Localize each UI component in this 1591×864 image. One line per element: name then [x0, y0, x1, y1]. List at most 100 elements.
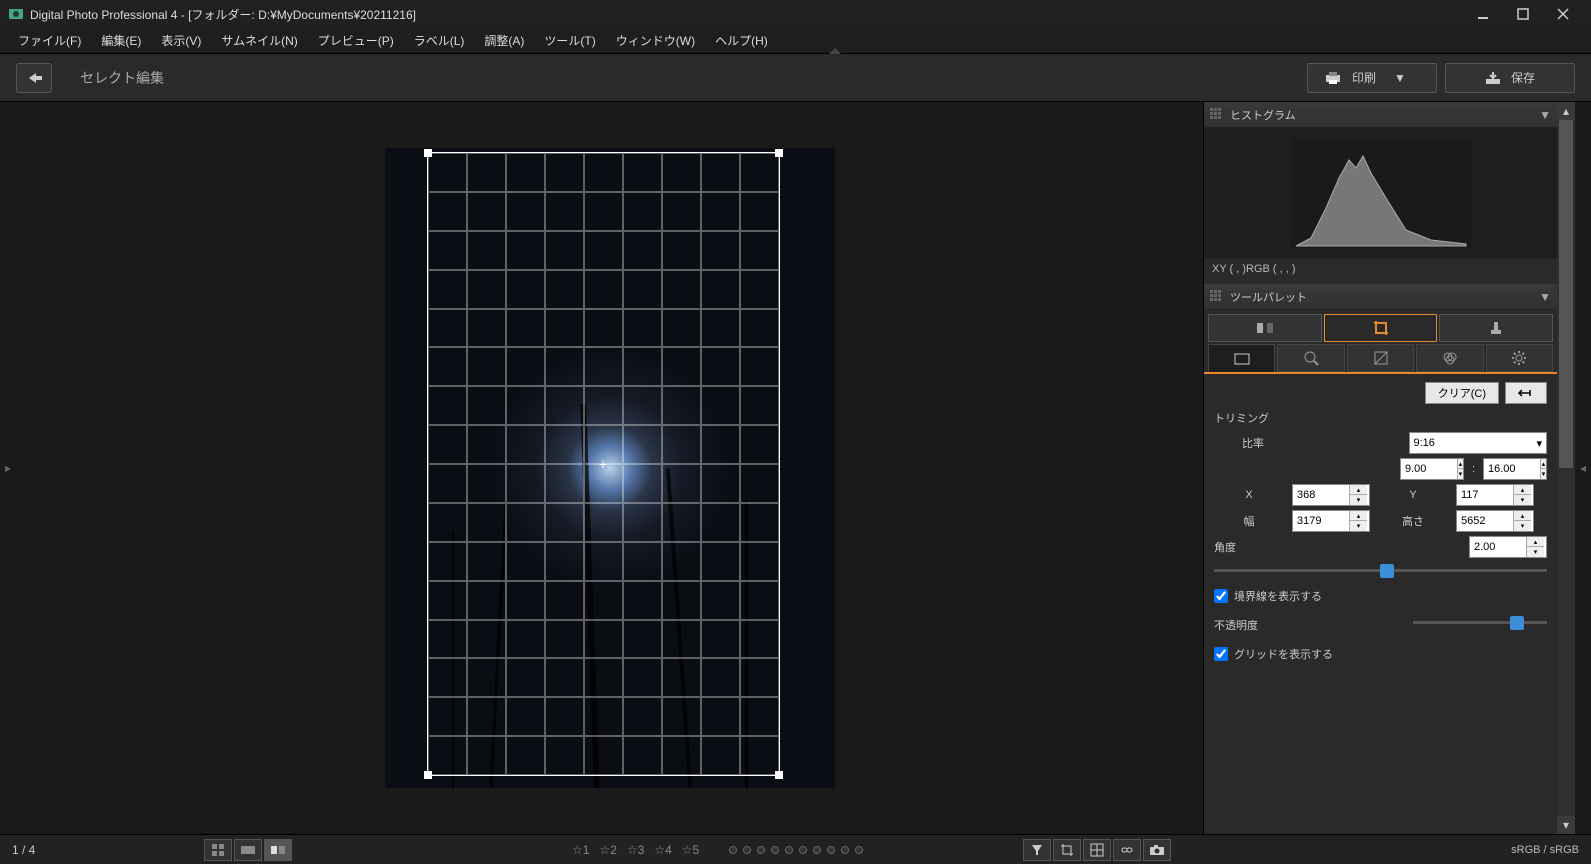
histogram-area — [1204, 128, 1557, 258]
app-icon — [8, 6, 24, 22]
crop-box[interactable]: + — [427, 152, 780, 776]
dot-2[interactable] — [743, 846, 751, 854]
chevron-down-icon[interactable]: ▼ — [1539, 108, 1551, 122]
save-icon — [1485, 71, 1501, 85]
ratio-select[interactable]: 9:16 ▾ — [1409, 432, 1548, 454]
grid-status-icon[interactable] — [1083, 839, 1111, 861]
y-input[interactable]: ▴▾ — [1456, 484, 1534, 506]
tool-palette-title: ツールパレット — [1230, 289, 1539, 305]
dot-3[interactable] — [757, 846, 765, 854]
menu-preview[interactable]: プレビュー(P) — [308, 28, 404, 53]
camera-status-icon[interactable] — [1143, 839, 1171, 861]
reset-button[interactable] — [1505, 382, 1547, 404]
dot-6[interactable] — [799, 846, 807, 854]
star-3[interactable]: ☆3 — [627, 843, 644, 857]
window-title: Digital Photo Professional 4 - [フォルダー: D… — [30, 6, 1463, 23]
star-2[interactable]: ☆2 — [599, 843, 616, 857]
menu-edit[interactable]: 編集(E) — [91, 28, 151, 53]
save-button[interactable]: 保存 — [1445, 63, 1575, 93]
tool-tab-compare[interactable] — [1208, 314, 1322, 342]
angle-label: 角度 — [1214, 539, 1236, 555]
dot-1[interactable] — [729, 846, 737, 854]
tool-tab-color[interactable] — [1416, 344, 1483, 372]
dot-4[interactable] — [771, 846, 779, 854]
grip-icon — [1210, 290, 1224, 304]
tool-palette-header[interactable]: ツールパレット ▼ — [1204, 284, 1557, 310]
menu-file[interactable]: ファイル(F) — [8, 28, 91, 53]
canvas-area[interactable]: + — [16, 102, 1203, 834]
chevron-down-icon[interactable]: ▼ — [1539, 290, 1551, 304]
opacity-slider[interactable] — [1413, 614, 1548, 630]
width-label: 幅 — [1214, 513, 1284, 529]
menu-label[interactable]: ラベル(L) — [404, 28, 475, 53]
opacity-label: 不透明度 — [1214, 617, 1258, 633]
tool-tab-tone[interactable] — [1347, 344, 1414, 372]
dot-8[interactable] — [827, 846, 835, 854]
crop-status-icon[interactable] — [1053, 839, 1081, 861]
menu-bar: ファイル(F) 編集(E) 表示(V) サムネイル(N) プレビュー(P) ラベ… — [0, 28, 1591, 54]
view-split-icon[interactable] — [264, 839, 292, 861]
scroll-up-icon[interactable]: ▴ — [1557, 102, 1575, 120]
show-grid-checkbox[interactable] — [1214, 647, 1228, 661]
view-wide-icon[interactable] — [234, 839, 262, 861]
panel-scrollbar[interactable]: ▴ ▾ — [1557, 102, 1575, 834]
trimming-label: トリミング — [1214, 410, 1547, 426]
y-label: Y — [1378, 489, 1448, 501]
ratio-h-input[interactable]: ▴▾ — [1483, 458, 1547, 480]
minimize-button[interactable] — [1463, 0, 1503, 28]
show-grid-label: グリッドを表示する — [1234, 646, 1333, 662]
photo-preview[interactable]: + — [385, 148, 835, 788]
menu-adjust[interactable]: 調整(A) — [474, 28, 534, 53]
menu-view[interactable]: 表示(V) — [151, 28, 211, 53]
x-input[interactable]: ▴▾ — [1292, 484, 1370, 506]
rating-stars: ☆1 ☆2 ☆3 ☆4 ☆5 — [572, 843, 699, 857]
color-space: sRGB / sRGB — [1511, 844, 1579, 856]
tool-tab-crop[interactable] — [1324, 314, 1438, 342]
save-label: 保存 — [1511, 69, 1535, 86]
menu-thumbnail[interactable]: サムネイル(N) — [211, 28, 307, 53]
print-label: 印刷 — [1352, 69, 1376, 86]
crop-handle-bl[interactable] — [424, 771, 432, 779]
dot-10[interactable] — [855, 846, 863, 854]
tool-tab-lens[interactable] — [1277, 344, 1344, 372]
close-button[interactable] — [1543, 0, 1583, 28]
chevron-down-icon: ▾ — [1536, 437, 1542, 450]
tool-tab-settings[interactable] — [1486, 344, 1553, 372]
crop-handle-tr[interactable] — [775, 149, 783, 157]
star-1[interactable]: ☆1 — [572, 843, 589, 857]
dot-7[interactable] — [813, 846, 821, 854]
right-panel-toggle[interactable]: ◂ — [1575, 102, 1591, 834]
dot-5[interactable] — [785, 846, 793, 854]
print-button[interactable]: 印刷 ▼ — [1307, 63, 1437, 93]
left-panel-toggle[interactable]: ▸ — [0, 102, 16, 834]
crop-handle-tl[interactable] — [424, 149, 432, 157]
view-grid-icon[interactable] — [204, 839, 232, 861]
histogram-panel-header[interactable]: ヒストグラム ▼ — [1204, 102, 1557, 128]
tool-tab-basic[interactable] — [1208, 344, 1275, 372]
crop-controls: クリア(C) トリミング 比率 9:16 ▾ ▴▾ : — [1204, 374, 1557, 676]
slider-thumb[interactable] — [1380, 564, 1394, 578]
show-border-checkbox[interactable] — [1214, 589, 1228, 603]
ratio-w-input[interactable]: ▴▾ — [1400, 458, 1464, 480]
menu-window[interactable]: ウィンドウ(W) — [606, 28, 705, 53]
scroll-thumb[interactable] — [1559, 120, 1573, 468]
link-status-icon[interactable] — [1113, 839, 1141, 861]
dot-9[interactable] — [841, 846, 849, 854]
height-input[interactable]: ▴▾ — [1456, 510, 1534, 532]
clear-button[interactable]: クリア(C) — [1425, 382, 1499, 404]
back-button[interactable] — [16, 63, 52, 93]
tool-tab-stamp[interactable] — [1439, 314, 1553, 342]
filter-icon[interactable] — [1023, 839, 1051, 861]
scroll-down-icon[interactable]: ▾ — [1557, 816, 1575, 834]
menu-help[interactable]: ヘルプ(H) — [705, 28, 778, 53]
maximize-button[interactable] — [1503, 0, 1543, 28]
slider-thumb[interactable] — [1510, 616, 1524, 630]
star-4[interactable]: ☆4 — [654, 843, 671, 857]
xy-readout: XY ( , )RGB ( , , ) — [1204, 258, 1557, 284]
angle-input[interactable]: ▴▾ — [1469, 536, 1547, 558]
width-input[interactable]: ▴▾ — [1292, 510, 1370, 532]
crop-handle-br[interactable] — [775, 771, 783, 779]
star-5[interactable]: ☆5 — [682, 843, 699, 857]
angle-slider[interactable] — [1214, 562, 1547, 578]
menu-tool[interactable]: ツール(T) — [534, 28, 605, 53]
